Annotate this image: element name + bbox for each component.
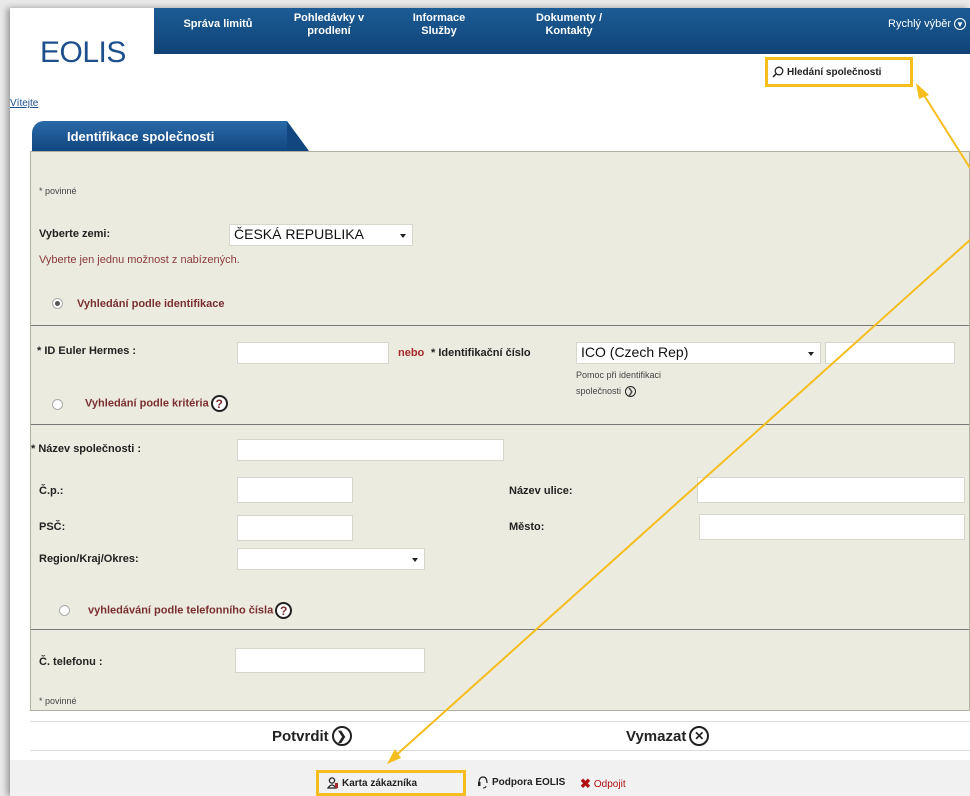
street-input[interactable] <box>697 477 965 503</box>
logo[interactable]: EOLIS <box>28 8 154 96</box>
chevron-right-icon: ❯ <box>625 386 637 397</box>
street-label: Název ulice: <box>509 485 573 497</box>
chevron-right-icon: ❯ <box>331 726 352 746</box>
phone-input[interactable] <box>235 648 425 673</box>
company-search-label: Hledání společnosti <box>787 66 882 78</box>
help-icon[interactable]: ? <box>210 395 228 412</box>
nav-item-limits[interactable]: Správa limitů <box>168 18 268 31</box>
chevron-down-icon <box>808 352 814 356</box>
support-link[interactable]: Podpora EOLIS <box>477 776 565 789</box>
zip-label: PSČ: <box>39 521 66 533</box>
zip-input[interactable] <box>237 515 353 541</box>
action-bar: Potvrdit ❯ Vymazat ✕ <box>30 721 970 751</box>
help-icon[interactable]: ? <box>275 602 293 619</box>
or-label: nebo <box>398 347 425 359</box>
euler-id-input[interactable] <box>237 342 389 364</box>
confirm-button[interactable]: Potvrdit ❯ <box>272 726 352 746</box>
customer-card-link[interactable]: Karta zákazníka <box>316 770 466 796</box>
close-icon: ✕ <box>689 726 710 746</box>
identification-panel: * povinné Vyberte zemi: ČESKÁ REPUBLIKA … <box>30 151 970 711</box>
euler-id-label: * ID Euler Hermes : <box>37 345 137 357</box>
id-type-select-value: ICO (Czech Rep) <box>581 344 689 360</box>
tab-label: Identifikace společnosti <box>67 129 215 144</box>
radio-phone[interactable] <box>59 605 70 616</box>
customer-card-label: Karta zákazníka <box>342 777 418 789</box>
footer: Karta zákazníka Podpora EOLIS ✖ Odpojit <box>10 760 970 796</box>
section-criteria-label: Vyhledání podle kritéria <box>85 397 209 410</box>
customer-card-icon <box>327 777 338 789</box>
section-phone: vyhledávání podle telefonního čísla? <box>88 602 293 619</box>
house-number-label: Č.p.: <box>39 485 64 497</box>
nav-item-information[interactable]: Informace Služby <box>404 12 474 38</box>
section-criteria: Vyhledání podle kritéria? <box>85 395 228 412</box>
clear-label: Vymazat <box>626 727 687 745</box>
confirm-label: Potvrdit <box>272 727 329 745</box>
company-name-input[interactable] <box>237 439 504 461</box>
id-number-label: * Identifikační číslo <box>431 347 531 359</box>
logo-text: EOLIS <box>40 36 126 69</box>
house-number-input[interactable] <box>237 477 353 503</box>
radio-criteria[interactable] <box>52 399 63 410</box>
chevron-down-icon <box>412 558 418 562</box>
support-label: Podpora EOLIS <box>492 777 566 788</box>
logout-label: Odpojit <box>593 778 626 790</box>
divider <box>31 629 969 630</box>
country-select[interactable]: ČESKÁ REPUBLIKA <box>229 224 413 246</box>
divider <box>31 424 969 425</box>
region-label: Region/Kraj/Okres: <box>39 553 139 565</box>
divider <box>31 325 969 326</box>
chevron-down-icon: ▼ <box>954 18 966 30</box>
company-name-label: * Název společnosti : <box>31 443 142 455</box>
id-type-select[interactable]: ICO (Czech Rep) <box>576 342 821 364</box>
phone-label: Č. telefonu : <box>39 656 103 668</box>
close-icon: ✖ <box>580 776 591 791</box>
welcome-link[interactable]: Vítejte <box>10 98 38 109</box>
tab-company-identification: Identifikace společnosti <box>32 121 309 151</box>
quick-select-label: Rychlý výběr <box>888 18 951 30</box>
top-nav: Správa limitů Pohledávky v prodlení Info… <box>154 8 970 54</box>
city-input[interactable] <box>699 514 965 540</box>
app-window: EOLIS Správa limitů Pohledávky v prodlen… <box>10 8 970 796</box>
search-icon <box>772 66 784 78</box>
required-note: * povinné <box>39 186 77 196</box>
quick-select[interactable]: Rychlý výběr ▼ <box>888 18 966 30</box>
nav-item-overdue[interactable]: Pohledávky v prodlení <box>284 12 374 38</box>
help-text-line1: Pomoc při identifikaci <box>576 370 662 380</box>
country-label: Vyberte zemi: <box>39 228 111 240</box>
section-identification-label: Vyhledání podle identifikace <box>77 298 225 310</box>
clear-button[interactable]: Vymazat ✕ <box>626 726 710 746</box>
company-search-link[interactable]: Hledání společnosti <box>765 57 913 87</box>
help-identification-link[interactable]: Pomoc při identifikaci společnosti ❯ <box>576 370 661 397</box>
chevron-down-icon <box>400 234 406 238</box>
help-text-line2: společnosti <box>576 386 622 396</box>
headset-icon <box>478 776 488 789</box>
nav-item-documents[interactable]: Dokumenty / Kontakty <box>524 12 614 38</box>
country-hint: Vyberte jen jednu možnost z nabízených. <box>39 254 240 266</box>
section-phone-label: vyhledávání podle telefonního čísla <box>88 604 274 617</box>
required-note-bottom: * povinné <box>39 696 77 706</box>
logout-link[interactable]: ✖ Odpojit <box>580 776 626 792</box>
country-select-value: ČESKÁ REPUBLIKA <box>234 226 364 242</box>
region-select[interactable] <box>237 548 425 570</box>
id-number-input[interactable] <box>825 342 955 364</box>
radio-identification[interactable] <box>52 298 63 309</box>
city-label: Město: <box>509 521 545 533</box>
